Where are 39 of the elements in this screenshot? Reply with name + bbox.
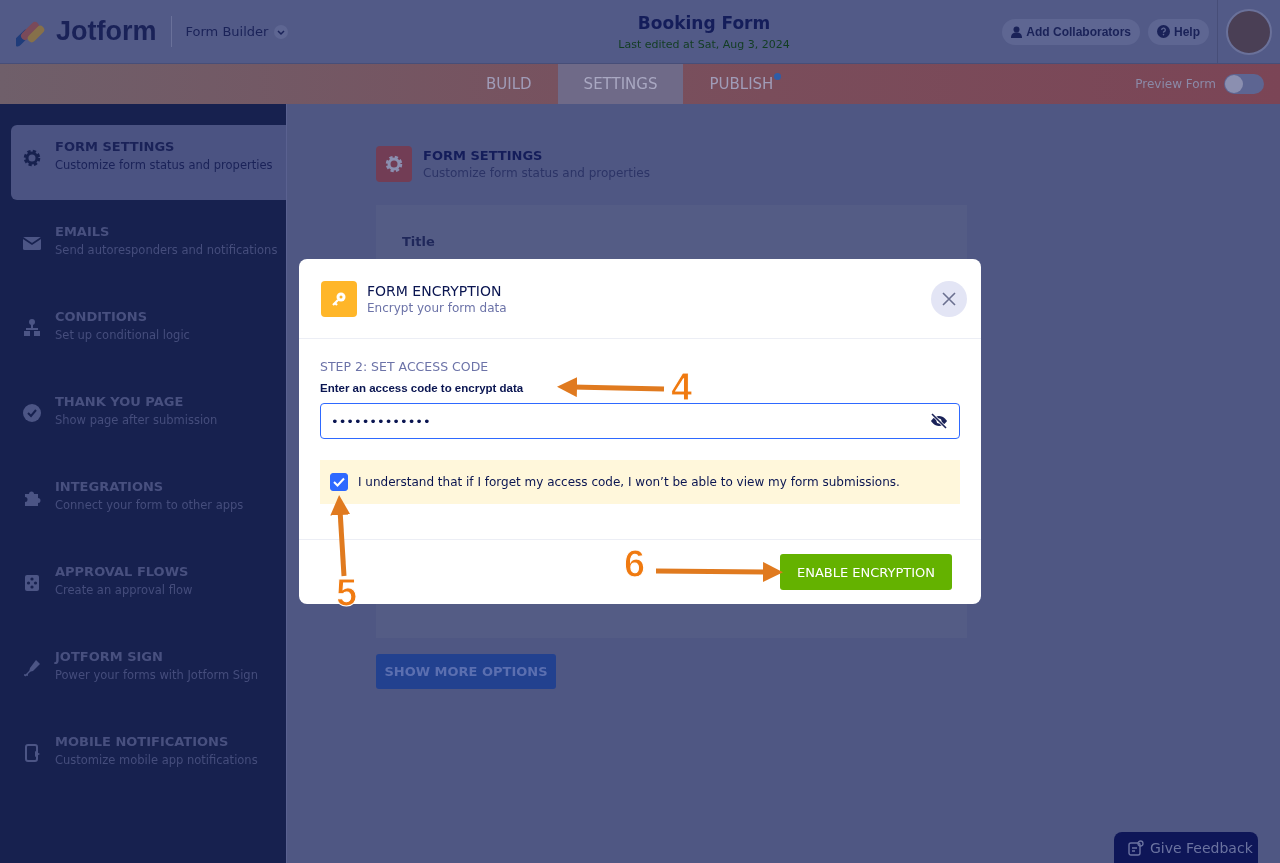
help-button[interactable]: Help	[1148, 18, 1209, 45]
hierarchy-icon	[22, 318, 42, 338]
gear-icon	[22, 148, 42, 168]
form-builder-menu[interactable]: Form Builder	[179, 24, 289, 39]
phone-icon	[22, 743, 42, 763]
field-label: Enter an access code to encrypt data	[320, 382, 524, 394]
help-icon	[1157, 25, 1170, 38]
step-number: 5	[336, 574, 358, 612]
flow-icon	[22, 573, 42, 593]
tab[interactable]: BUILD	[460, 64, 558, 104]
dialog-title: FORM ENCRYPTION	[367, 282, 503, 299]
collaborators-button[interactable]: Add Collaborators	[1002, 18, 1140, 45]
close-icon	[941, 290, 957, 307]
consent-text: I understand that if I forget my access code, I won’t be able to view my form submissions.	[358, 475, 900, 489]
preview-label: Preview Form	[1135, 77, 1216, 91]
preview-toggle[interactable]	[1224, 74, 1264, 94]
person-icon	[1011, 25, 1023, 38]
dialog-description: Encrypt your form data	[367, 300, 508, 315]
give-feedback-button[interactable]: Give Feedback	[1114, 832, 1258, 863]
step-number: 6	[624, 545, 646, 583]
gear-icon	[384, 154, 404, 174]
tab[interactable]: SETTINGS	[557, 64, 684, 104]
form-title: Booking Form	[637, 12, 771, 33]
close-button[interactable]	[931, 280, 967, 317]
tab[interactable]: PUBLISH	[683, 64, 800, 104]
avatar[interactable]	[1226, 8, 1272, 55]
brand-name: Jotform	[56, 16, 172, 47]
pen-nib-icon	[22, 658, 42, 678]
feedback-icon	[1128, 840, 1144, 856]
step-heading: STEP 2: SET ACCESS CODE	[320, 359, 490, 374]
access-code-field[interactable]: •••••••••••••	[320, 403, 960, 439]
last-edited-text: Last edited at Sat, Aug 3, 2024	[618, 37, 790, 51]
eye-slash-icon[interactable]	[930, 413, 948, 429]
check-circle-icon	[22, 403, 42, 423]
chevron-down-icon	[274, 24, 289, 39]
show-more-options-button[interactable]: SHOW MORE OPTIONS	[376, 654, 556, 689]
enable-encryption-button[interactable]: ENABLE ENCRYPTION	[780, 554, 952, 590]
consent-checkbox[interactable]	[330, 473, 348, 491]
section-title: FORM SETTINGS	[423, 148, 544, 163]
